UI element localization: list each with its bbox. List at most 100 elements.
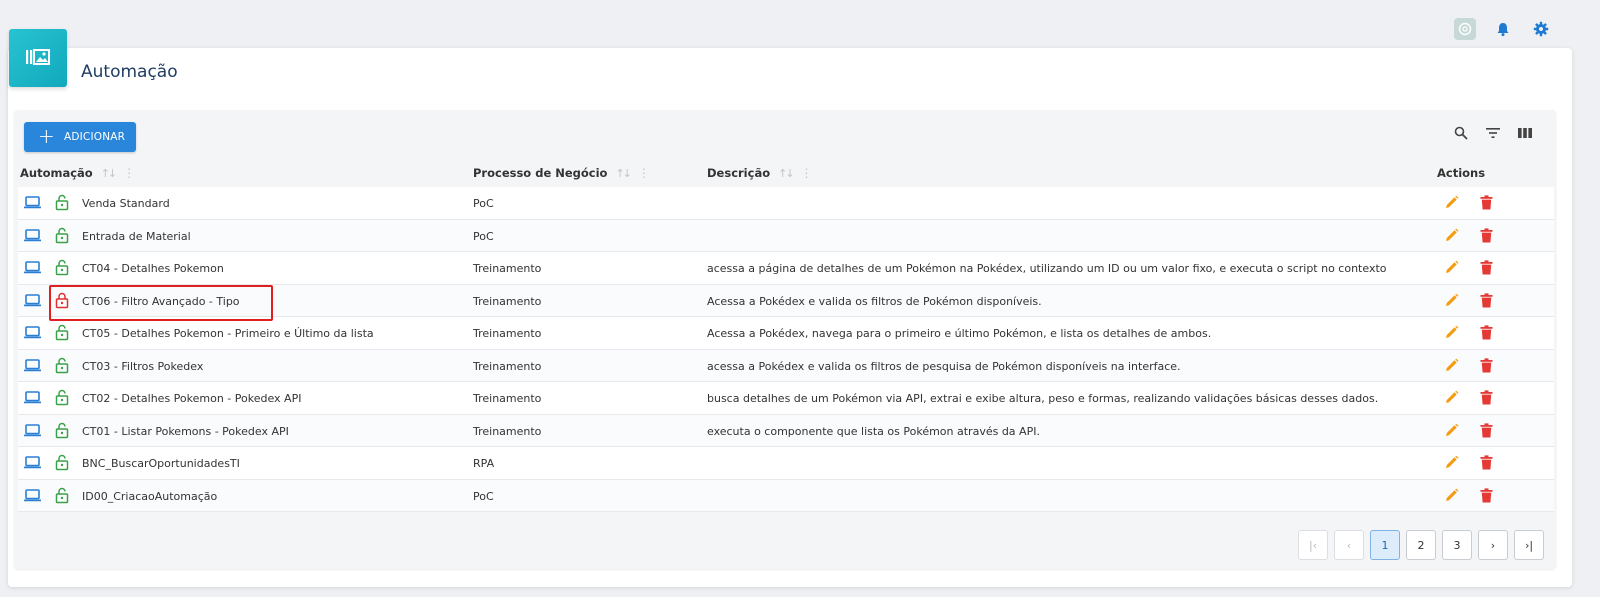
- table-row[interactable]: CT04 - Detalhes Pokemon Treinamento acessa…: [18, 252, 1554, 285]
- business-process: PoC: [473, 229, 494, 243]
- automation-name: BNC_BuscarOportunidadesTI: [82, 457, 240, 470]
- laptop-icon[interactable]: [24, 293, 41, 310]
- description: Acessa a Pokédex e valida os filtros de …: [707, 294, 1042, 308]
- laptop-icon[interactable]: [24, 488, 41, 505]
- page-button-1[interactable]: 1: [1370, 530, 1400, 560]
- column-header-label: Descrição: [707, 166, 771, 180]
- column-menu-icon[interactable]: ⋮: [123, 166, 135, 180]
- last-page-button[interactable]: ›|: [1514, 530, 1544, 560]
- delete-icon[interactable]: [1480, 487, 1493, 506]
- table-row[interactable]: CT03 - Filtros Pokedex Treinamento acessa …: [18, 349, 1554, 382]
- settings-gear-icon[interactable]: [1530, 18, 1552, 40]
- description: Acessa a Pokédex, navega para o primeiro…: [707, 327, 1212, 340]
- edit-icon[interactable]: [1444, 488, 1459, 506]
- laptop-icon[interactable]: [24, 261, 41, 277]
- topbar-icons: [1454, 18, 1552, 40]
- delete-icon[interactable]: [1480, 325, 1493, 343]
- unlock-icon[interactable]: [55, 487, 69, 507]
- pagination: |‹ ‹ 1 2 3 › ›|: [1298, 530, 1544, 560]
- unlock-icon[interactable]: [55, 259, 69, 279]
- assistant-icon[interactable]: [1454, 18, 1476, 40]
- sort-icon[interactable]: ↑↓: [615, 167, 632, 180]
- edit-icon[interactable]: [1444, 455, 1459, 473]
- table-row[interactable]: CT05 - Detalhes Pokemon - Primeiro e Últ…: [18, 317, 1554, 350]
- automation-name: Entrada de Material: [82, 229, 191, 243]
- delete-icon[interactable]: [1480, 422, 1493, 441]
- first-page-button[interactable]: |‹: [1298, 530, 1328, 560]
- laptop-icon[interactable]: [24, 391, 41, 407]
- edit-icon[interactable]: [1444, 195, 1459, 213]
- filter-icon[interactable]: [1484, 124, 1502, 142]
- automation-name: CT06 - Filtro Avançado - Tipo: [82, 294, 240, 308]
- next-page-button[interactable]: ›: [1478, 530, 1508, 560]
- delete-icon[interactable]: [1480, 455, 1493, 473]
- unlock-icon[interactable]: [55, 422, 69, 442]
- edit-icon[interactable]: [1444, 325, 1459, 343]
- laptop-icon[interactable]: [24, 456, 41, 472]
- business-process: Treinamento: [473, 359, 542, 373]
- table-row[interactable]: CT02 - Detalhes Pokemon - Pokedex API Tre…: [18, 382, 1554, 415]
- laptop-icon[interactable]: [24, 196, 41, 212]
- edit-icon[interactable]: [1444, 358, 1459, 376]
- table-tools: [1452, 124, 1534, 142]
- column-header-automacao[interactable]: Automação ↑↓ ⋮: [20, 166, 135, 180]
- description: executa o componente que lista os Pokémo…: [707, 424, 1040, 438]
- business-process: Treinamento: [473, 327, 542, 340]
- unlock-icon[interactable]: [55, 389, 69, 409]
- unlock-icon[interactable]: [55, 194, 69, 214]
- automation-name: CT02 - Detalhes Pokemon - Pokedex API: [82, 392, 302, 405]
- laptop-icon[interactable]: [24, 228, 41, 245]
- columns-icon[interactable]: [1516, 124, 1534, 142]
- column-menu-icon[interactable]: ⋮: [801, 166, 813, 180]
- business-process: Treinamento: [473, 294, 542, 308]
- table-row[interactable]: Entrada de Material PoC: [18, 219, 1554, 252]
- business-process: Treinamento: [473, 262, 542, 275]
- laptop-icon[interactable]: [24, 358, 41, 375]
- edit-icon[interactable]: [1444, 293, 1459, 311]
- table-row[interactable]: CT01 - Listar Pokemons - Pokedex API Trei…: [18, 414, 1554, 447]
- lock-icon[interactable]: [55, 292, 69, 312]
- sort-icon[interactable]: ↑↓: [101, 167, 118, 180]
- automation-table-panel: + ADICIONAR Automação ↑↓ ⋮ Processo de N…: [14, 110, 1556, 569]
- table-row[interactable]: BNC_BuscarOportunidadesTI RPA: [18, 447, 1554, 480]
- search-icon[interactable]: [1452, 124, 1470, 142]
- edit-icon[interactable]: [1444, 423, 1459, 441]
- laptop-icon[interactable]: [24, 423, 41, 440]
- column-header-label: Actions: [1437, 166, 1486, 180]
- edit-icon[interactable]: [1444, 228, 1459, 246]
- unlock-icon[interactable]: [55, 227, 69, 247]
- previous-page-button[interactable]: ‹: [1334, 530, 1364, 560]
- table-header: Automação ↑↓ ⋮ Processo de Negócio ↑↓ ⋮ …: [14, 162, 1556, 186]
- app-logo-icon: [9, 29, 67, 87]
- delete-icon[interactable]: [1480, 357, 1493, 376]
- add-button[interactable]: + ADICIONAR: [24, 122, 136, 152]
- column-header-label: Automação: [20, 166, 93, 180]
- notification-bell-icon[interactable]: [1492, 18, 1514, 40]
- page-button-3[interactable]: 3: [1442, 530, 1472, 560]
- delete-icon[interactable]: [1480, 292, 1493, 311]
- delete-icon[interactable]: [1480, 390, 1493, 408]
- delete-icon[interactable]: [1480, 227, 1493, 246]
- column-header-processo[interactable]: Processo de Negócio ↑↓ ⋮: [473, 166, 650, 180]
- table-row[interactable]: CT06 - Filtro Avançado - Tipo Treinamento…: [18, 284, 1554, 317]
- edit-icon[interactable]: [1444, 390, 1459, 408]
- edit-icon[interactable]: [1444, 260, 1459, 278]
- sort-icon[interactable]: ↑↓: [778, 167, 795, 180]
- add-button-label: ADICIONAR: [63, 131, 126, 143]
- delete-icon[interactable]: [1480, 260, 1493, 278]
- unlock-icon[interactable]: [55, 324, 69, 344]
- table-row[interactable]: Venda Standard PoC: [18, 187, 1554, 220]
- table-body: Venda Standard PoC Entrada de Material PoC…: [18, 187, 1554, 512]
- table-row[interactable]: ID00_CriacaoAutomação PoC: [18, 479, 1554, 512]
- page-title: Automação: [81, 62, 178, 82]
- unlock-icon[interactable]: [55, 454, 69, 474]
- business-process: PoC: [473, 489, 494, 503]
- laptop-icon[interactable]: [24, 326, 41, 342]
- business-process: PoC: [473, 197, 494, 210]
- column-header-actions: Actions: [1437, 166, 1485, 180]
- page-button-2[interactable]: 2: [1406, 530, 1436, 560]
- column-menu-icon[interactable]: ⋮: [638, 166, 650, 180]
- delete-icon[interactable]: [1480, 195, 1493, 213]
- unlock-icon[interactable]: [55, 357, 69, 377]
- column-header-descricao[interactable]: Descrição ↑↓ ⋮: [707, 166, 813, 180]
